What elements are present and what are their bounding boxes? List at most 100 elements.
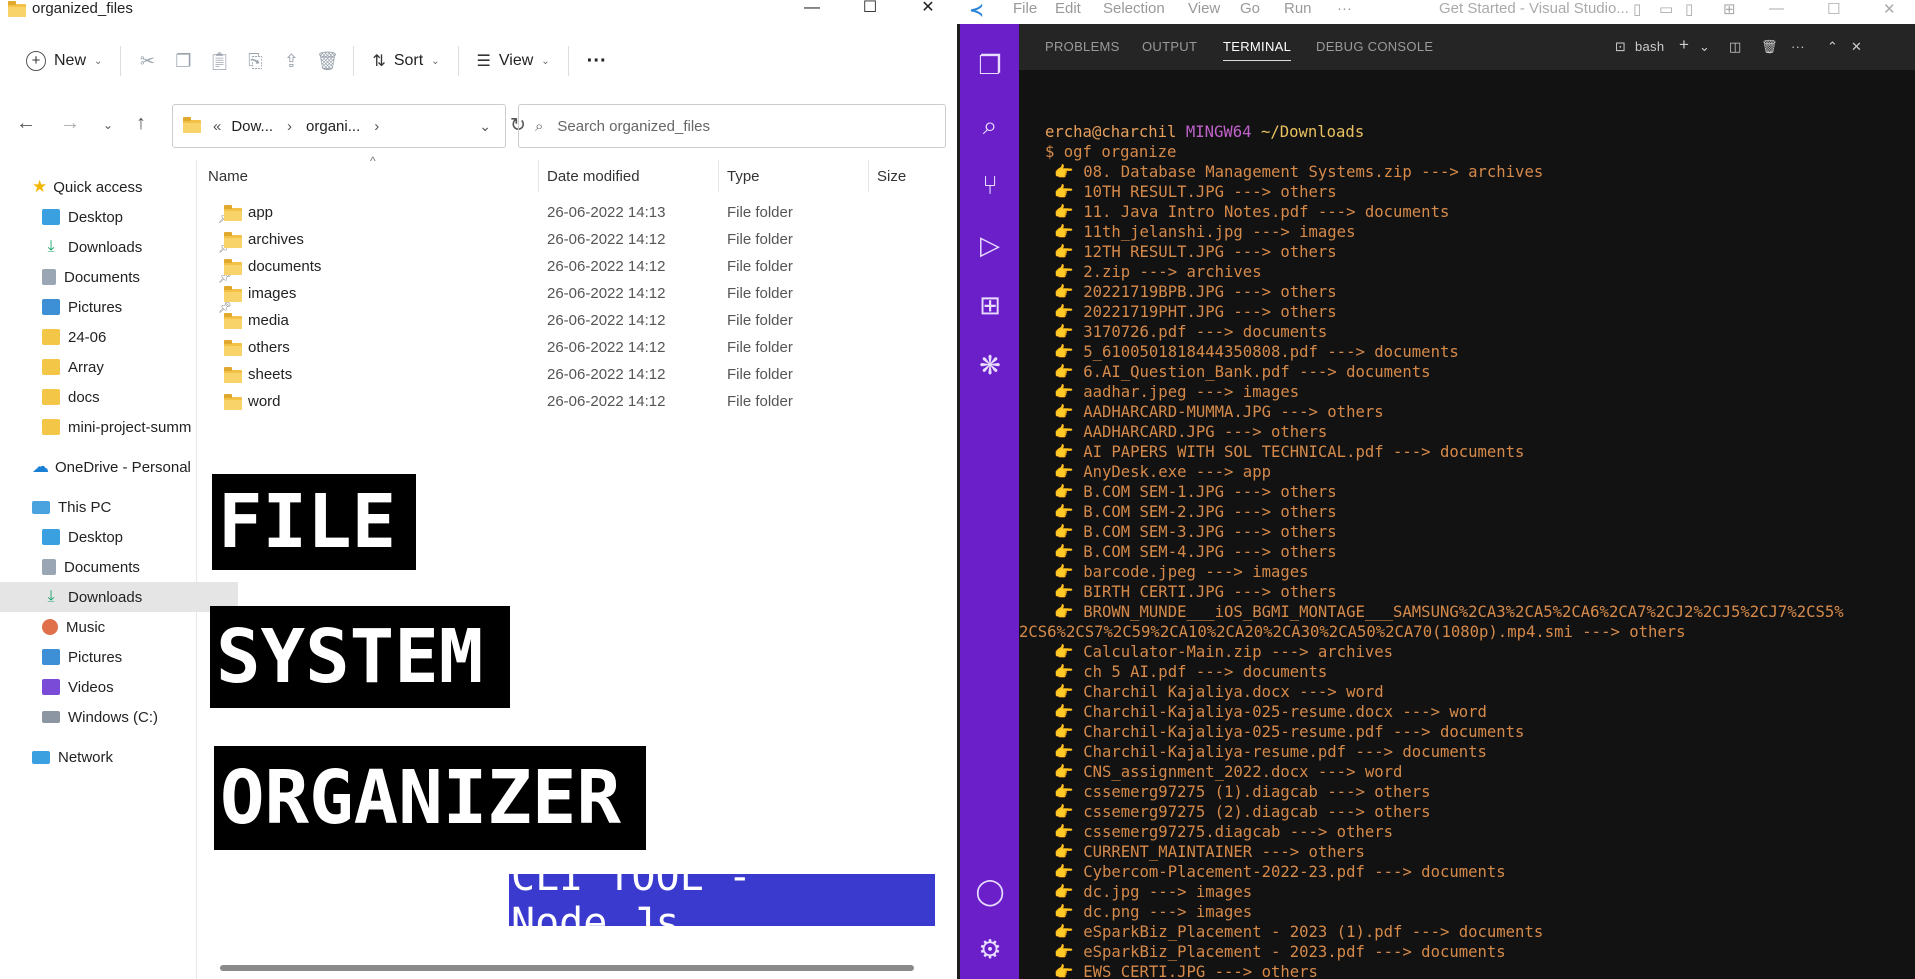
accounts-icon[interactable]: ◯ <box>975 876 1005 906</box>
column-name[interactable]: Name <box>200 160 538 192</box>
menu-selection[interactable]: Selection <box>1103 0 1165 17</box>
minimize-button[interactable]: — <box>1769 0 1784 17</box>
source-control-icon[interactable]: ⑂ <box>975 170 1005 200</box>
nav-pc-downloads[interactable]: ⤓ Downloads <box>0 582 238 612</box>
column-size[interactable]: Size <box>868 160 957 192</box>
file-row[interactable]: word 26-06-2022 14:12 File folder <box>200 389 950 416</box>
cut-icon[interactable]: ✂ <box>129 41 165 81</box>
view-button[interactable]: ☰ View ⌄ <box>467 41 560 81</box>
recent-locations-icon[interactable]: ⌄ <box>103 118 113 132</box>
more-options-button[interactable]: ··· <box>577 41 617 81</box>
minimize-button[interactable]: — <box>783 0 841 24</box>
folder-icon <box>183 116 201 133</box>
search-icon: ⌕ <box>535 117 544 135</box>
nav-this-pc[interactable]: This PC <box>0 492 228 522</box>
search-icon[interactable]: ⌕ <box>975 110 1005 140</box>
breadcrumb-downloads[interactable]: Dow... <box>231 118 273 135</box>
delete-icon[interactable]: 🗑︎ <box>309 41 345 81</box>
forward-arrow-icon[interactable]: → <box>60 112 80 135</box>
pointing-hand-icon: 👉 <box>1054 783 1074 801</box>
layout-panel-icon[interactable]: ▭ <box>1659 0 1673 18</box>
pointing-hand-icon: 👉 <box>1054 583 1074 601</box>
close-button[interactable]: ✕ <box>1883 0 1896 18</box>
tab-problems[interactable]: PROBLEMS <box>1045 39 1120 54</box>
horizontal-scrollbar[interactable] <box>220 965 914 971</box>
chevron-down-icon[interactable]: ⌄ <box>1699 39 1710 55</box>
maximize-button[interactable]: ☐ <box>841 0 899 24</box>
file-row[interactable]: app 26-06-2022 14:13 File folder <box>200 200 950 227</box>
terminal-line: 👉 AADHARCARD-MUMMA.JPG ---> others <box>1054 403 1384 421</box>
nav-pc-music[interactable]: Music <box>0 612 238 642</box>
trash-icon[interactable]: 🗑︎ <box>1761 39 1778 55</box>
tab-debug-console[interactable]: DEBUG CONSOLE <box>1316 39 1433 54</box>
close-panel-icon[interactable]: ✕ <box>1851 39 1862 55</box>
new-label: New <box>54 52 87 69</box>
file-row[interactable]: media 26-06-2022 14:12 File folder <box>200 308 950 335</box>
search-input[interactable]: ⌕ Search organized_files <box>518 104 946 148</box>
nav-pc-pictures[interactable]: Pictures <box>0 642 238 672</box>
rename-icon[interactable]: ⎘ <box>237 41 273 81</box>
explorer-files-icon[interactable]: ❐ <box>975 50 1005 80</box>
menu-go[interactable]: Go <box>1240 0 1260 17</box>
sort-button[interactable]: ⇅ Sort ⌄ <box>362 41 449 81</box>
menu-more[interactable]: ··· <box>1337 0 1352 17</box>
layout-sidebar-icon[interactable]: ▯ <box>1633 0 1641 18</box>
close-button[interactable]: ✕ <box>899 0 957 24</box>
copy-icon[interactable]: ❐ <box>165 41 201 81</box>
file-type: File folder <box>727 366 793 383</box>
layout-secondary-icon[interactable]: ▯ <box>1685 0 1693 18</box>
chevron-down-icon[interactable]: ⌄ <box>479 118 491 135</box>
maximize-panel-icon[interactable]: ⌃ <box>1827 39 1838 55</box>
file-row[interactable]: images 26-06-2022 14:12 File folder <box>200 281 950 308</box>
menu-run[interactable]: Run <box>1284 0 1312 17</box>
paw-icon[interactable]: ❋ <box>975 350 1005 380</box>
run-debug-icon[interactable]: ▷ <box>975 230 1005 260</box>
tab-terminal[interactable]: TERMINAL <box>1223 39 1292 61</box>
nav-pc-videos[interactable]: Videos <box>0 672 238 702</box>
breadcrumb-separator: › <box>374 117 380 135</box>
folder-icon <box>224 286 242 302</box>
videos-icon <box>42 679 60 695</box>
file-row[interactable]: others 26-06-2022 14:12 File folder <box>200 335 950 362</box>
file-row[interactable]: archives 26-06-2022 14:12 File folder <box>200 227 950 254</box>
terminal-line: 👉 Charchil Kajaliya.docx ---> word <box>1054 683 1384 701</box>
menu-edit[interactable]: Edit <box>1055 0 1081 17</box>
nav-quick-access[interactable]: ★ Quick access <box>0 172 228 202</box>
customize-layout-icon[interactable]: ⊞ <box>1723 0 1736 18</box>
paste-icon[interactable]: 📋︎ <box>201 41 237 81</box>
pointing-hand-icon: 👉 <box>1054 643 1074 661</box>
share-icon[interactable]: ⇪ <box>273 41 309 81</box>
new-terminal-icon[interactable]: + <box>1679 35 1689 55</box>
new-button[interactable]: + New ⌄ <box>16 41 112 81</box>
column-date-modified[interactable]: Date modified <box>538 160 719 192</box>
nav-label: Downloads <box>68 238 143 256</box>
nav-item-mini-project[interactable]: mini-project-summ <box>0 412 238 442</box>
nav-pc-documents[interactable]: Documents <box>0 552 238 582</box>
file-date: 26-06-2022 14:12 <box>547 339 666 356</box>
file-row[interactable]: documents 26-06-2022 14:12 File folder <box>200 254 950 281</box>
breadcrumb-organized-files[interactable]: organi... <box>306 118 360 135</box>
column-type[interactable]: Type <box>718 160 867 192</box>
vscode-titlebar: ≺ File Edit Selection View Go Run ··· Ge… <box>957 0 1915 24</box>
nav-pc-desktop[interactable]: Desktop <box>0 522 238 552</box>
terminal-shell-label[interactable]: bash <box>1635 39 1664 54</box>
menu-view[interactable]: View <box>1188 0 1220 17</box>
up-arrow-icon[interactable]: ↑ <box>136 112 146 135</box>
more-actions-icon[interactable]: ··· <box>1791 39 1805 54</box>
split-terminal-icon[interactable]: ◫ <box>1729 39 1742 55</box>
file-row[interactable]: sheets 26-06-2022 14:12 File folder <box>200 362 950 389</box>
maximize-button[interactable]: ☐ <box>1827 0 1840 18</box>
terminal[interactable]: ercha@charchil MINGW64 ~/Downloads $ ogf… <box>1019 70 1915 979</box>
nav-onedrive[interactable]: ☁ OneDrive - Personal <box>0 452 228 482</box>
extensions-icon[interactable]: ⊞ <box>975 290 1005 320</box>
settings-gear-icon[interactable]: ⚙ <box>975 934 1005 964</box>
address-bar[interactable]: « Dow... › organi... › ⌄ ↻ <box>172 104 526 148</box>
nav-label: Documents <box>64 268 140 286</box>
terminal-line: 👉 CNS_assignment_2022.docx ---> word <box>1054 763 1403 781</box>
terminal-line: 👉 B.COM SEM-4.JPG ---> others <box>1054 543 1337 561</box>
back-arrow-icon[interactable]: ← <box>16 112 36 135</box>
tab-output[interactable]: OUTPUT <box>1142 39 1197 54</box>
nav-network[interactable]: Network <box>0 742 228 772</box>
nav-pc-windows-c[interactable]: Windows (C:) <box>0 702 238 732</box>
menu-file[interactable]: File <box>1013 0 1037 17</box>
